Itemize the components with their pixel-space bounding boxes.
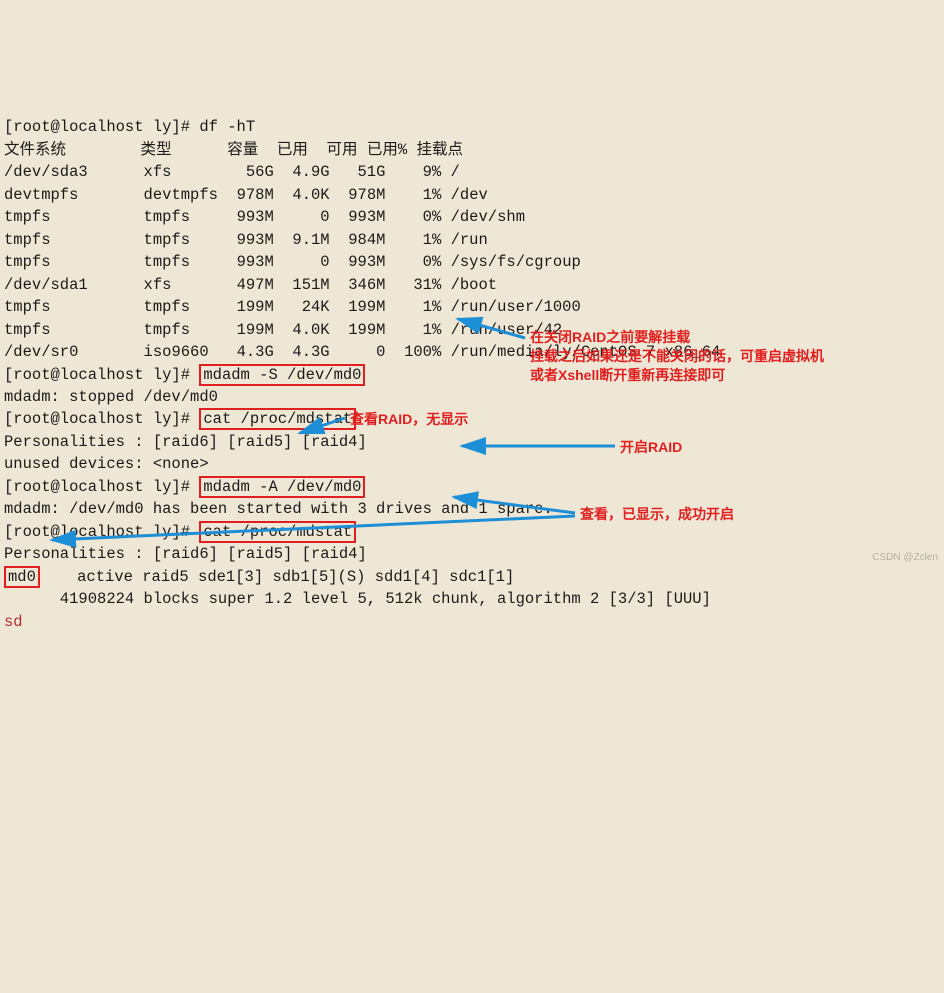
df-row: tmpfs tmpfs 199M 4.0K 199M 1% /run/user/… bbox=[4, 321, 562, 339]
df-row: devtmpfs devtmpfs 978M 4.0K 978M 1% /dev bbox=[4, 186, 488, 204]
md0-label: md0 bbox=[4, 566, 40, 588]
cmd-mdadm-start: mdadm -A /dev/md0 bbox=[199, 476, 365, 498]
cmd-cat-mdstat-1: cat /proc/mdstat bbox=[199, 408, 356, 430]
prompt: [root@localhost ly]# bbox=[4, 523, 199, 541]
df-row: tmpfs tmpfs 993M 0 993M 0% /sys/fs/cgrou… bbox=[4, 253, 581, 271]
out-unused-devices: unused devices: <none> bbox=[4, 455, 209, 473]
prompt: [root@localhost ly]# bbox=[4, 118, 199, 136]
sd-text: sd bbox=[4, 613, 23, 631]
cmd-df: df -hT bbox=[199, 118, 255, 136]
md0-blocks: 41908224 blocks super 1.2 level 5, 512k … bbox=[4, 590, 711, 608]
out-personalities: Personalities : [raid6] [raid5] [raid4] bbox=[4, 433, 367, 451]
df-row: /dev/sda3 xfs 56G 4.9G 51G 9% / bbox=[4, 163, 460, 181]
md0-status: active raid5 sde1[3] sdb1[5](S) sdd1[4] … bbox=[40, 568, 514, 586]
df-row: tmpfs tmpfs 993M 9.1M 984M 1% /run bbox=[4, 231, 488, 249]
df-row: tmpfs tmpfs 993M 0 993M 0% /dev/shm bbox=[4, 208, 525, 226]
df-row: /dev/sda1 xfs 497M 151M 346M 31% /boot bbox=[4, 276, 497, 294]
df-header: 文件系统 类型 容量 已用 可用 已用% 挂载点 bbox=[4, 141, 463, 159]
cmd-cat-mdstat-2: cat /proc/mdstat bbox=[199, 521, 356, 543]
prompt: [root@localhost ly]# bbox=[4, 478, 199, 496]
prompt: [root@localhost ly]# bbox=[4, 366, 199, 384]
anno-close-before-unmount: 在关闭RAID之前要解挂载 挂载之后如果还是不能关闭的话，可重启虚拟机 或者Xs… bbox=[530, 328, 930, 385]
out-started: mdadm: /dev/md0 has been started with 3 … bbox=[4, 500, 553, 518]
prompt: [root@localhost ly]# bbox=[4, 410, 199, 428]
cmd-mdadm-stop: mdadm -S /dev/md0 bbox=[199, 364, 365, 386]
anno-check-raid-none: 查看RAID，无显示 bbox=[350, 410, 468, 429]
anno-check-success: 查看，已显示，成功开启 bbox=[580, 505, 734, 524]
df-row: tmpfs tmpfs 199M 24K 199M 1% /run/user/1… bbox=[4, 298, 581, 316]
watermark: CSDN @Zclen bbox=[872, 551, 938, 566]
out-mdadm-stop: mdadm: stopped /dev/md0 bbox=[4, 388, 218, 406]
out-personalities: Personalities : [raid6] [raid5] [raid4] bbox=[4, 545, 367, 563]
anno-start-raid: 开启RAID bbox=[620, 438, 682, 457]
